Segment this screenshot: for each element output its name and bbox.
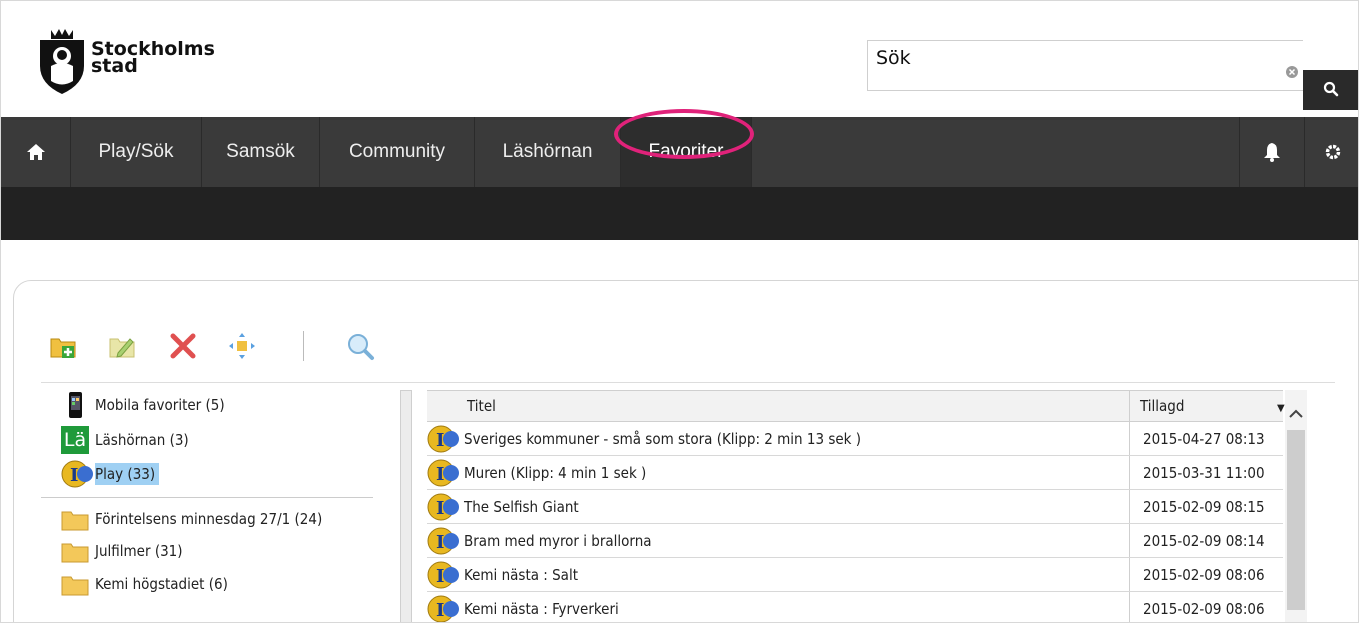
- notifications-button[interactable]: [1239, 117, 1305, 187]
- tree-item-folder[interactable]: Kemi högstadiet (6): [61, 570, 228, 598]
- svg-text:I: I: [436, 566, 444, 587]
- svg-text:I: I: [436, 600, 444, 621]
- row-added: 2015-02-09 08:15: [1143, 498, 1265, 516]
- sort-desc-icon[interactable]: ▼: [1277, 403, 1285, 414]
- row-title[interactable]: The Selfish Giant: [464, 490, 579, 524]
- folder-icon: [61, 505, 89, 533]
- svg-text:I: I: [436, 498, 444, 519]
- play-icon: I: [61, 460, 93, 488]
- table-row[interactable]: I Kemi nästa : Fyrverkeri 2015-02-09 08:…: [427, 592, 1283, 622]
- phone-icon: [61, 391, 89, 419]
- lashornan-icon: Lä: [61, 426, 89, 454]
- table-row[interactable]: I Bram med myror i brallorna 2015-02-09 …: [427, 524, 1283, 558]
- row-added: 2015-02-09 08:14: [1143, 532, 1265, 550]
- nav-community[interactable]: Community: [320, 117, 475, 187]
- row-added: 2015-02-09 08:06: [1143, 566, 1265, 584]
- play-icon: I: [427, 459, 459, 487]
- tree-item-label: Förintelsens minnesdag 27/1 (24): [95, 510, 323, 528]
- tree-item-folder[interactable]: Julfilmer (31): [61, 537, 183, 565]
- search-favorites-icon[interactable]: [345, 331, 375, 361]
- home-icon: [26, 144, 45, 160]
- highlight-annotation: [614, 109, 754, 159]
- tree-scrollbar[interactable]: [400, 390, 412, 622]
- row-title[interactable]: Bram med myror i brallorna: [464, 524, 652, 558]
- column-header-added[interactable]: Tillagd: [1140, 391, 1184, 422]
- column-header-title[interactable]: Titel: [467, 391, 496, 422]
- sub-nav-bar: [1, 187, 1358, 240]
- bell-icon: [1264, 143, 1280, 162]
- edit-folder-icon[interactable]: [108, 331, 138, 361]
- play-icon: I: [427, 561, 459, 589]
- search-input[interactable]: [876, 46, 1256, 70]
- tree-item-label: Play (33): [95, 463, 160, 485]
- tree-separator: [41, 497, 373, 498]
- folder-icon: [61, 570, 89, 598]
- stockholm-crest-logo[interactable]: [37, 26, 87, 96]
- tree-item-mobila[interactable]: Mobila favoriter (5): [61, 391, 225, 419]
- table-scrollbar[interactable]: [1285, 390, 1307, 622]
- table-header: Titel Tillagd: [427, 390, 1283, 422]
- play-icon: I: [427, 425, 459, 453]
- gear-icon: [1325, 144, 1340, 160]
- scroll-thumb[interactable]: [1287, 430, 1305, 610]
- table-row[interactable]: I Sveriges kommuner - små som stora (Kli…: [427, 422, 1283, 456]
- table-row[interactable]: I Kemi nästa : Salt 2015-02-09 08:06: [427, 558, 1283, 592]
- toolbar-divider: [41, 382, 1335, 383]
- svg-text:I: I: [70, 465, 78, 486]
- delete-icon[interactable]: [168, 331, 198, 361]
- new-folder-icon[interactable]: [49, 331, 79, 361]
- row-title[interactable]: Kemi nästa : Fyrverkeri: [464, 592, 619, 622]
- row-added: 2015-03-31 11:00: [1143, 464, 1265, 482]
- nav-label: Play/Sök: [98, 141, 174, 162]
- row-added: 2015-04-27 08:13: [1143, 430, 1265, 448]
- nav-label: Läshörnan: [502, 141, 593, 162]
- nav-samsok[interactable]: Samsök: [202, 117, 320, 187]
- search-button[interactable]: [1303, 70, 1358, 110]
- tree-item-label: Mobila favoriter (5): [95, 396, 225, 414]
- nav-play-sok[interactable]: Play/Sök: [71, 117, 202, 187]
- settings-button[interactable]: [1305, 117, 1358, 187]
- svg-text:I: I: [436, 464, 444, 485]
- play-icon: I: [427, 595, 459, 622]
- tree-item-lashornan[interactable]: Lä Läshörnan (3): [61, 426, 189, 454]
- svg-text:I: I: [436, 532, 444, 553]
- nav-label: Community: [348, 141, 446, 162]
- row-added: 2015-02-09 08:06: [1143, 600, 1265, 618]
- toolbar-separator: [303, 331, 304, 361]
- search-icon: [1323, 81, 1339, 97]
- row-title[interactable]: Kemi nästa : Salt: [464, 558, 578, 592]
- play-icon: I: [427, 493, 459, 521]
- row-title[interactable]: Muren (Klipp: 4 min 1 sek ): [464, 456, 646, 490]
- tree-item-folder[interactable]: Förintelsens minnesdag 27/1 (24): [61, 505, 322, 533]
- move-icon[interactable]: [227, 331, 257, 361]
- nav-label: Samsök: [226, 141, 295, 162]
- scroll-up-icon[interactable]: [1285, 404, 1307, 424]
- clear-icon[interactable]: [1286, 66, 1298, 78]
- nav-lashornan[interactable]: Läshörnan: [475, 117, 621, 187]
- table-row[interactable]: I Muren (Klipp: 4 min 1 sek ) 2015-03-31…: [427, 456, 1283, 490]
- brand-line-2: stad: [91, 55, 138, 77]
- tree-item-label: Kemi högstadiet (6): [95, 575, 228, 593]
- folder-icon: [61, 537, 89, 565]
- tree-item-label: Läshörnan (3): [95, 431, 189, 449]
- tree-item-play[interactable]: I Play (33): [61, 460, 160, 488]
- app-frame: Stockholms stad Play/Sök Samsök Communit…: [0, 0, 1359, 623]
- brand-name: Stockholms stad: [91, 40, 215, 77]
- nav-home[interactable]: [1, 117, 71, 187]
- table-row[interactable]: I The Selfish Giant 2015-02-09 08:15: [427, 490, 1283, 524]
- svg-text:I: I: [436, 430, 444, 451]
- tree-item-label: Julfilmer (31): [95, 542, 183, 560]
- row-title[interactable]: Sveriges kommuner - små som stora (Klipp…: [464, 422, 861, 456]
- search-box: [867, 40, 1303, 91]
- play-icon: I: [427, 527, 459, 555]
